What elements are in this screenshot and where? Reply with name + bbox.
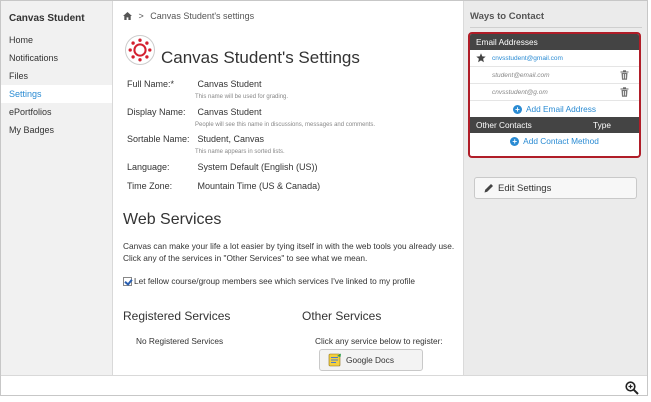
full-name-row: Full Name:* Canvas Student: [127, 79, 262, 89]
google-docs-icon: [328, 353, 341, 367]
divider: [470, 27, 642, 28]
full-name-help: This name will be used for grading.: [195, 94, 289, 100]
display-name-value: Canvas Student: [197, 107, 262, 117]
add-email-address-label: Add Email Address: [525, 104, 597, 114]
email-addresses-header-label: Email Addresses: [476, 37, 538, 47]
ways-to-contact-panel: Email Addresses cnvsstudent@gmail.com st…: [468, 32, 641, 158]
email-address[interactable]: cnvsstudent@g.om: [492, 89, 548, 96]
time-zone-row: Time Zone: Mountain Time (US & Canada): [127, 181, 320, 191]
nav-item-settings[interactable]: Settings: [1, 85, 112, 103]
ways-to-contact-title: Ways to Contact: [470, 11, 545, 22]
edit-settings-label: Edit Settings: [498, 182, 552, 194]
sortable-name-label: Sortable Name:: [127, 134, 190, 144]
add-email-address-link[interactable]: + Add Email Address: [470, 101, 639, 117]
email-row: student@email.com: [470, 67, 639, 84]
type-column-header: Type: [593, 120, 611, 130]
other-services-hint: Click any service below to register:: [315, 336, 443, 346]
plus-circle-icon: +: [512, 104, 522, 114]
share-services-option: Let fellow course/group members see whic…: [123, 276, 415, 286]
full-name-label: Full Name:*: [127, 79, 175, 89]
edit-settings-button[interactable]: Edit Settings: [474, 177, 637, 199]
user-name-heading: Canvas Student: [9, 13, 85, 24]
plus-circle-icon: +: [510, 136, 520, 146]
pencil-icon: [484, 184, 493, 193]
email-row-primary: cnvsstudent@gmail.com: [470, 50, 639, 67]
email-address[interactable]: cnvsstudent@gmail.com: [492, 55, 563, 62]
email-address[interactable]: student@email.com: [492, 72, 550, 79]
sortable-name-value: Student, Canvas: [197, 134, 265, 144]
display-name-row: Display Name: Canvas Student: [127, 107, 262, 117]
zoom-in-icon[interactable]: [625, 381, 639, 395]
registered-services-heading: Registered Services: [123, 309, 231, 323]
nav-item-home[interactable]: Home: [1, 31, 112, 49]
other-services-heading: Other Services: [302, 309, 382, 323]
right-sidebar: Ways to Contact Email Addresses cnvsstud…: [463, 1, 647, 375]
canvas-logo-icon: [125, 35, 155, 65]
add-contact-method-link[interactable]: + Add Contact Method: [470, 133, 639, 149]
other-contacts-header-label: Other Contacts: [476, 120, 532, 130]
add-contact-method-label: Add Contact Method: [523, 136, 599, 146]
language-row: Language: System Default (English (US)): [127, 162, 318, 172]
sortable-name-help: This name appears in sorted lists.: [195, 149, 285, 155]
full-name-value: Canvas Student: [197, 79, 262, 89]
display-name-label: Display Name:: [127, 107, 186, 117]
email-row: cnvsstudent@g.om: [470, 84, 639, 101]
time-zone-label: Time Zone:: [127, 181, 173, 191]
share-services-label[interactable]: Let fellow course/group members see whic…: [134, 276, 415, 286]
main-content: > Canvas Student's settings Canvas Stude…: [113, 1, 463, 375]
trash-icon[interactable]: [620, 70, 629, 80]
google-docs-button[interactable]: Google Docs: [319, 349, 423, 371]
nav-item-files[interactable]: Files: [1, 67, 112, 85]
nav-item-my-badges[interactable]: My Badges: [1, 121, 112, 139]
breadcrumb-separator: >: [138, 11, 144, 21]
web-services-description: Canvas can make your life a lot easier b…: [123, 241, 455, 263]
trash-icon[interactable]: [620, 87, 629, 97]
email-addresses-header: Email Addresses: [470, 34, 639, 50]
language-value: System Default (English (US)): [197, 162, 318, 172]
sortable-name-row: Sortable Name: Student, Canvas: [127, 134, 264, 144]
settings-page: Canvas Student Home Notifications Files …: [0, 0, 648, 396]
language-label: Language:: [127, 162, 170, 172]
left-navigation: Canvas Student Home Notifications Files …: [1, 1, 113, 375]
nav-item-notifications[interactable]: Notifications: [1, 49, 112, 67]
other-contacts-header: Other Contacts Type: [470, 117, 639, 133]
registered-services-empty: No Registered Services: [136, 336, 224, 346]
page-title: Canvas Student's Settings: [161, 48, 360, 67]
time-zone-value: Mountain Time (US & Canada): [197, 181, 321, 191]
web-services-heading: Web Services: [123, 211, 222, 228]
breadcrumb: > Canvas Student's settings: [123, 11, 254, 21]
home-icon[interactable]: [123, 12, 132, 20]
share-services-checkbox[interactable]: [123, 276, 132, 286]
nav-item-eportfolios[interactable]: ePortfolios: [1, 103, 112, 121]
breadcrumb-current: Canvas Student's settings: [150, 11, 255, 21]
bottom-bar: [1, 375, 647, 395]
star-icon: [476, 53, 486, 63]
google-docs-label: Google Docs: [346, 355, 394, 365]
display-name-help: People will see this name in discussions…: [195, 122, 376, 128]
